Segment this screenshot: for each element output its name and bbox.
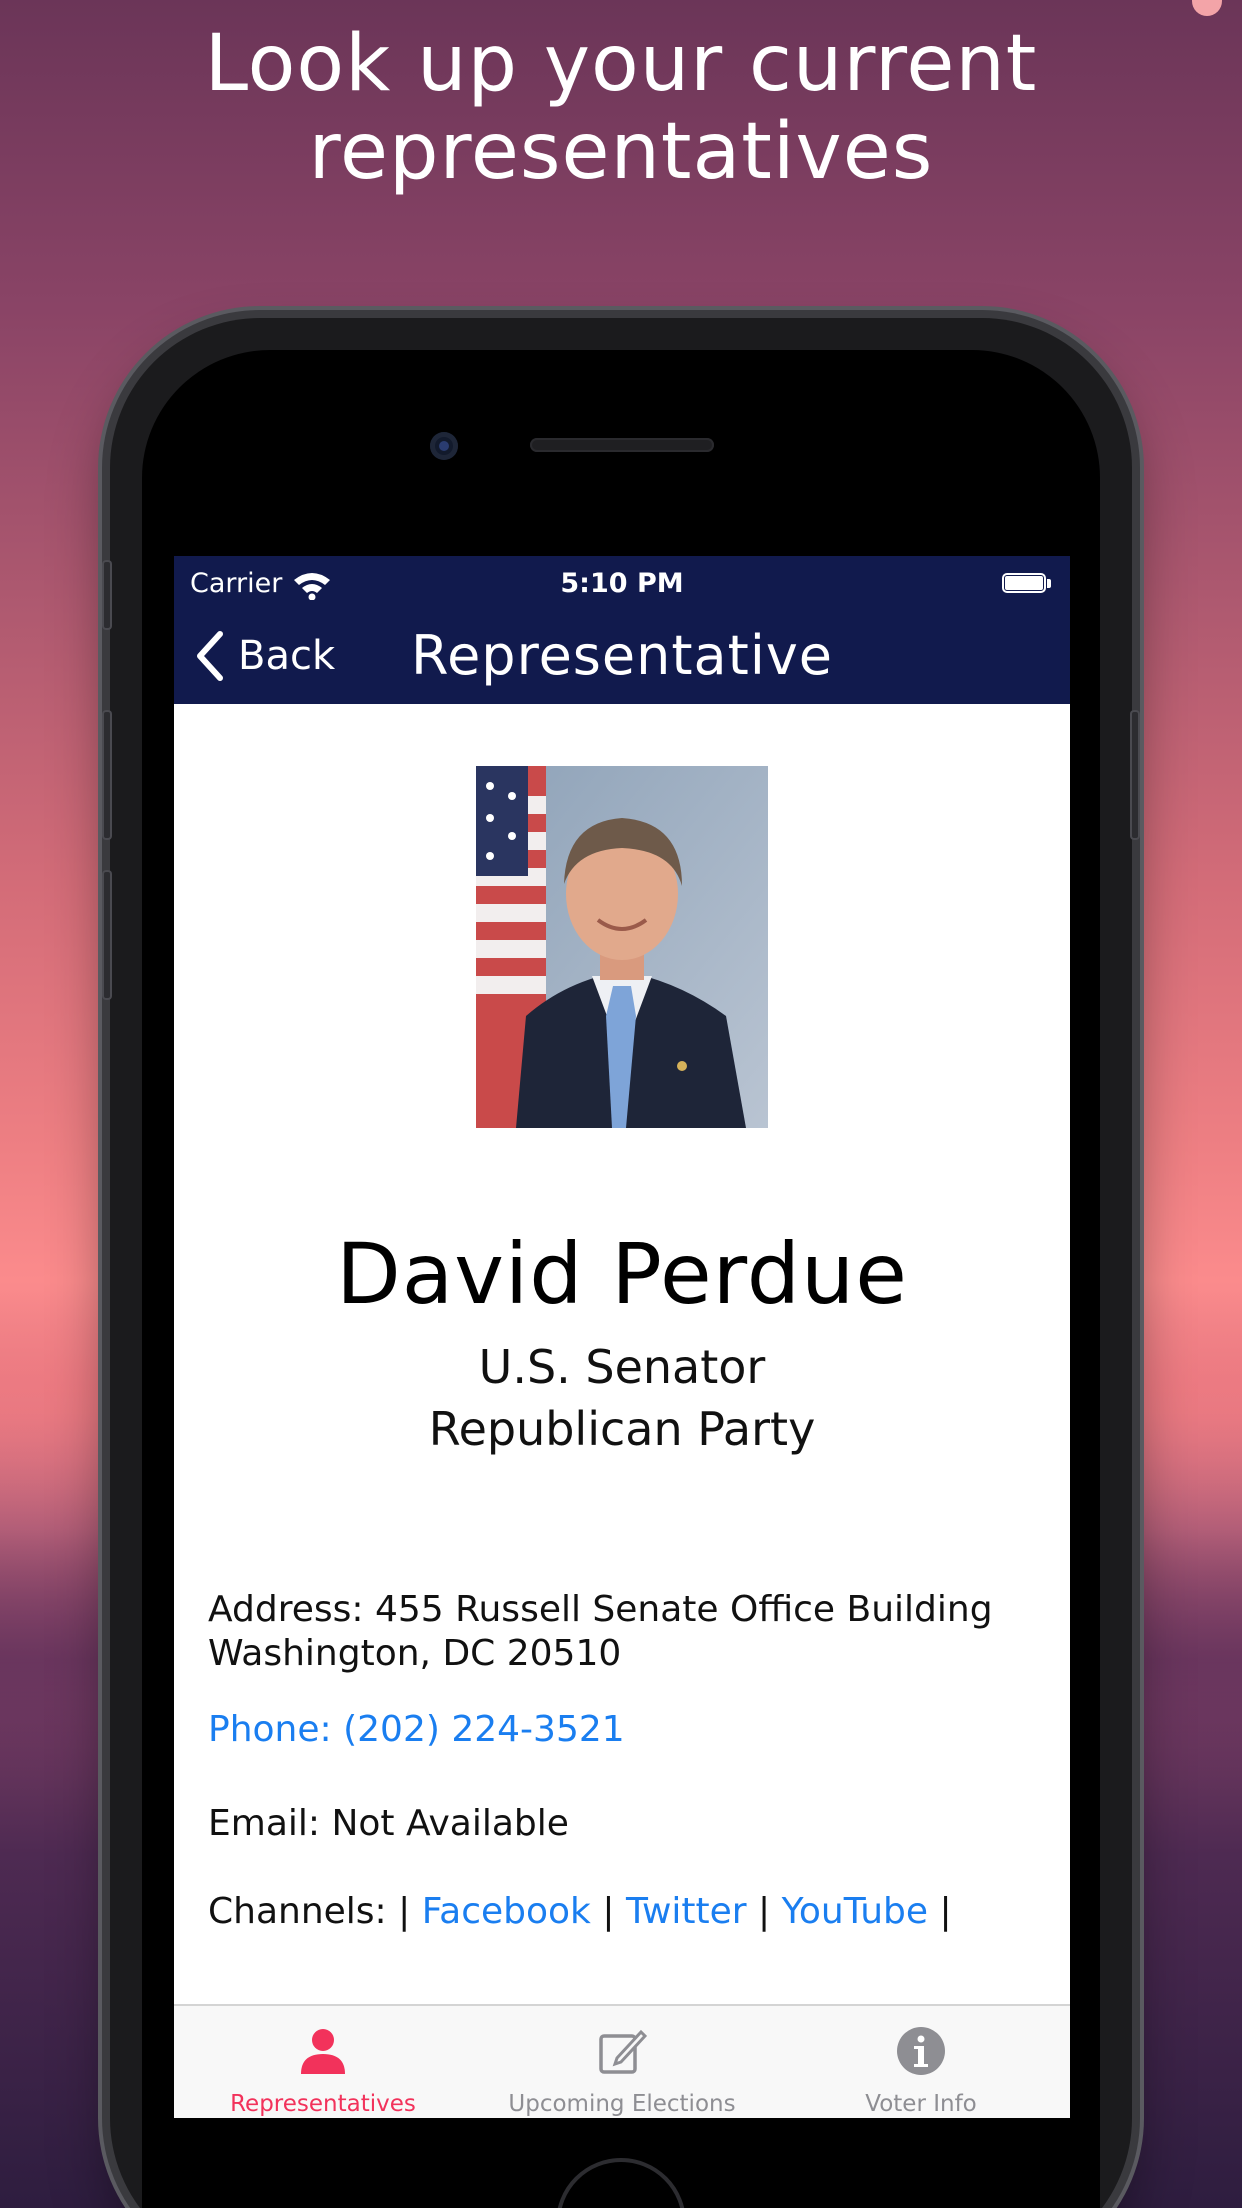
separator: | [758, 1891, 771, 1932]
status-bar: Carrier 5:10 PM [174, 564, 1070, 604]
email-text: Email: Not Available [208, 1803, 569, 1844]
compose-icon [599, 2029, 647, 2074]
mute-switch [102, 560, 112, 630]
tab-upcoming-elections[interactable]: Upcoming Elections [473, 2006, 771, 2118]
address-block: Address: 455 Russell Senate Office Build… [208, 1588, 1038, 1676]
tab-bar: Representatives Upcoming Elections Voter… [174, 2004, 1070, 2118]
volume-up-button [102, 710, 112, 840]
page-title: Representative [410, 624, 834, 687]
earpiece-speaker [530, 438, 714, 452]
tab-label: Voter Info [865, 2091, 977, 2117]
status-time: 5:10 PM [560, 568, 684, 599]
representative-name: David Perdue [336, 1225, 908, 1323]
twitter-link[interactable]: Twitter [626, 1891, 747, 1932]
navigation-bar: Back Representative [174, 608, 1070, 704]
separator: | [602, 1891, 615, 1932]
power-button [1130, 710, 1140, 840]
channels-label: Channels: [208, 1891, 387, 1932]
office-title: U.S. Senator [478, 1340, 766, 1394]
moon-decoration [1192, 0, 1222, 16]
headline-line-1: Look up your current [204, 19, 1038, 109]
channels-row: Channels: | Facebook | Twitter | YouTube… [208, 1890, 1038, 1934]
address-line-1: Address: 455 Russell Senate Office Build… [208, 1589, 993, 1630]
info-icon [897, 2027, 945, 2075]
tab-representatives[interactable]: Representatives [174, 2006, 472, 2118]
person-icon [301, 2029, 345, 2074]
headline-line-2: representatives [308, 107, 934, 197]
tab-voter-info[interactable]: Voter Info [772, 2006, 1070, 2118]
party-affiliation: Republican Party [428, 1402, 816, 1456]
youtube-link[interactable]: YouTube [782, 1891, 928, 1932]
top-bar: Carrier 5:10 PM Back Representative [174, 556, 1070, 704]
volume-down-button [102, 870, 112, 1000]
separator: | [398, 1891, 411, 1932]
battery-icon [1002, 573, 1052, 595]
marketing-headline: Look up your current representatives [0, 20, 1242, 196]
representative-role: U.S. Senator Republican Party [174, 1336, 1070, 1460]
facebook-link[interactable]: Facebook [422, 1891, 591, 1932]
address-line-2: Washington, DC 20510 [208, 1633, 622, 1674]
front-camera [430, 432, 458, 460]
separator: | [939, 1891, 952, 1932]
representative-photo [476, 766, 768, 1128]
marketing-background: Look up your current representatives Car… [0, 0, 1242, 2208]
tab-label: Representatives [230, 2091, 416, 2117]
phone-link[interactable]: Phone: (202) 224-3521 [208, 1708, 1038, 1752]
tab-label: Upcoming Elections [508, 2091, 736, 2117]
app-screen: Carrier 5:10 PM Back Representative Davi… [174, 556, 1070, 2118]
